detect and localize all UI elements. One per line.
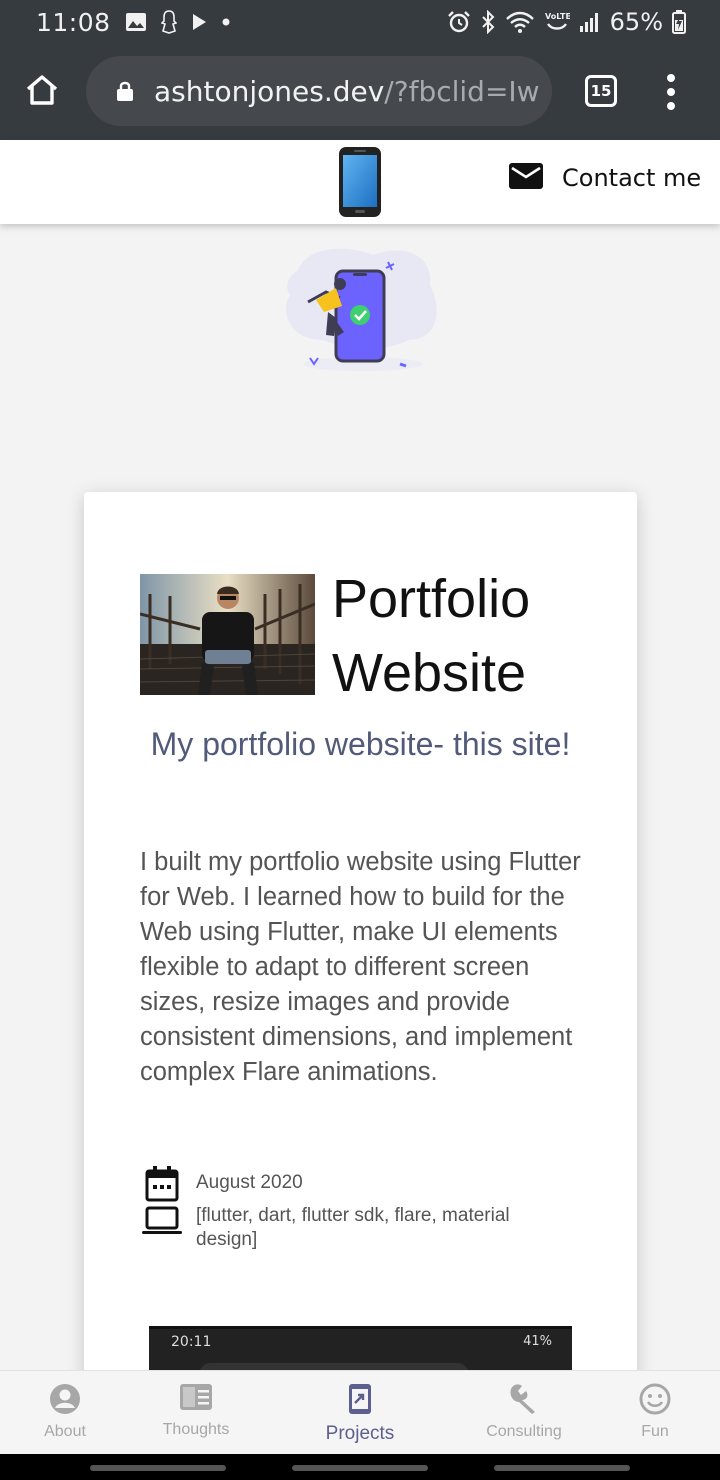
smiley-icon	[639, 1383, 671, 1419]
nav-about[interactable]: About	[25, 1371, 105, 1455]
status-time: 11:08	[36, 7, 111, 37]
project-title: Portfolio Website	[332, 569, 531, 703]
status-bar: 11:08 VoLTE 65%	[0, 0, 720, 44]
bluetooth-icon	[480, 10, 496, 34]
play-icon	[191, 13, 207, 31]
bottom-navigation: About Thoughts Projects Consulting Fun	[0, 1370, 720, 1454]
thumb-status-time: 20:11	[171, 1334, 212, 1350]
system-nav-recents[interactable]	[494, 1465, 630, 1471]
signal-icon	[579, 11, 601, 33]
home-icon	[25, 74, 59, 110]
url-path: /?fbclid=Iw	[384, 74, 540, 108]
nav-fun[interactable]: Fun	[615, 1371, 695, 1455]
contact-me-label: Contact me	[562, 164, 702, 192]
nav-consulting-label: Consulting	[486, 1423, 562, 1440]
address-bar[interactable]: ashtonjones.dev/?fbclid=Iw	[86, 56, 552, 126]
battery-icon	[672, 10, 686, 34]
svg-text:VoLTE: VoLTE	[545, 12, 570, 21]
project-date: August 2020	[196, 1172, 303, 1193]
dot-icon	[221, 17, 231, 27]
nav-consulting[interactable]: Consulting	[474, 1371, 574, 1455]
project-subtitle: My portfolio website- this site!	[150, 726, 571, 762]
nav-projects-label: Projects	[325, 1423, 395, 1444]
more-menu-icon[interactable]	[660, 74, 682, 110]
nav-thoughts-label: Thoughts	[162, 1421, 230, 1438]
project-tags-row: [flutter, dart, flutter sdk, flare, mate…	[140, 1204, 566, 1252]
battery-percent: 65%	[609, 8, 663, 36]
nav-about-label: About	[44, 1423, 86, 1440]
status-right: VoLTE 65%	[447, 8, 686, 36]
volte-icon: VoLTE	[544, 10, 570, 34]
site-header: Contact me	[0, 140, 720, 224]
wrench-icon	[507, 1383, 541, 1419]
project-card: Portfolio Website My portfolio website- …	[84, 492, 637, 1392]
contact-me-button[interactable]: Contact me	[508, 162, 701, 194]
article-icon	[179, 1383, 213, 1417]
calendar-icon	[140, 1166, 184, 1202]
account-circle-icon	[49, 1383, 81, 1419]
project-date-row: August 2020	[140, 1166, 566, 1202]
snapchat-like-icon	[160, 9, 177, 35]
home-button[interactable]	[0, 44, 84, 140]
system-nav-back[interactable]	[90, 1465, 226, 1471]
nav-projects[interactable]: Projects	[310, 1371, 410, 1455]
browser-toolbar: ashtonjones.dev/?fbclid=Iw 15	[0, 44, 720, 140]
project-description: I built my portfolio website using Flutt…	[140, 848, 581, 1086]
hero-illustration	[278, 240, 448, 380]
alarm-icon	[447, 10, 471, 34]
phone-logo-icon[interactable]	[338, 146, 382, 222]
wifi-icon	[505, 10, 535, 34]
lock-icon	[116, 80, 134, 102]
mail-icon	[508, 162, 544, 194]
image-icon	[125, 12, 147, 32]
project-photo	[140, 574, 315, 695]
projects-icon	[347, 1383, 373, 1419]
laptop-icon	[140, 1204, 184, 1236]
url-host: ashtonjones.dev	[154, 74, 385, 108]
nav-fun-label: Fun	[641, 1423, 669, 1440]
status-left: 11:08	[36, 8, 231, 37]
system-navigation-bar	[0, 1454, 720, 1480]
nav-thoughts[interactable]: Thoughts	[146, 1371, 246, 1455]
system-nav-home[interactable]	[292, 1465, 428, 1471]
thumb-status-battery: 41%	[523, 1334, 552, 1349]
tab-switcher-button[interactable]: 15	[585, 75, 617, 107]
project-tags: [flutter, dart, flutter sdk, flare, mate…	[196, 1205, 510, 1250]
